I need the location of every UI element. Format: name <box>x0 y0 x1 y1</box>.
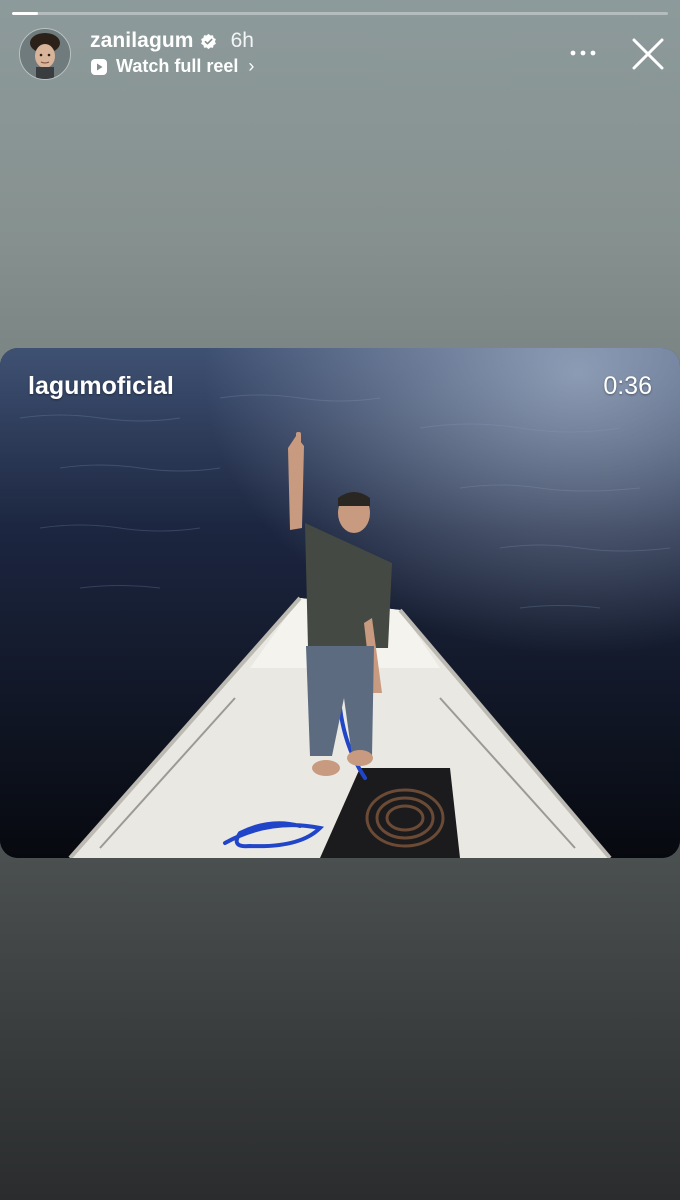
story-timestamp: 6h <box>230 29 254 52</box>
more-options-button[interactable] <box>568 42 598 64</box>
story-progress-fill <box>12 12 39 15</box>
close-button[interactable] <box>630 36 666 72</box>
story-header: zanilagum 6h Watch full reel › <box>0 28 680 84</box>
close-icon <box>632 38 664 70</box>
username[interactable]: zanilagum <box>90 29 194 53</box>
chevron-right-icon: › <box>248 56 255 76</box>
reel-author[interactable]: lagumoficial <box>28 372 174 401</box>
verified-badge-icon <box>200 33 217 50</box>
play-icon <box>90 58 108 76</box>
watch-full-reel-label: Watch full reel <box>116 56 239 76</box>
more-dots-icon <box>570 50 596 56</box>
story-user-row: zanilagum 6h <box>90 29 254 53</box>
avatar[interactable] <box>19 28 71 80</box>
reel-preview-card[interactable]: lagumoficial 0:36 <box>0 348 680 858</box>
reel-thumbnail <box>0 348 680 858</box>
watch-full-reel-link[interactable]: Watch full reel › <box>90 56 254 77</box>
reel-duration: 0:36 <box>603 372 652 400</box>
story-progress-bar <box>12 12 668 15</box>
